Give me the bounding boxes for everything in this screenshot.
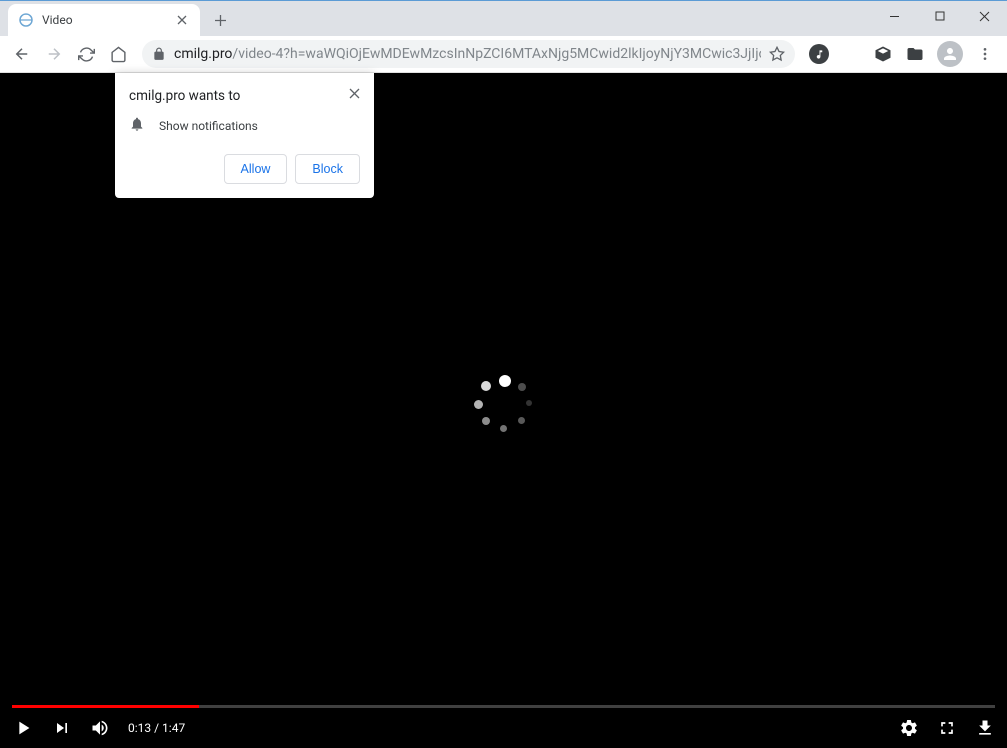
- volume-button[interactable]: [90, 718, 110, 738]
- browser-toolbar: cmilg.pro/video-4?h=waWQiOjEwMDEwMzcsInN…: [0, 36, 1007, 73]
- popup-permission-text: Show notifications: [159, 119, 258, 133]
- browser-tab[interactable]: Video: [8, 4, 200, 36]
- close-window-button[interactable]: [962, 1, 1007, 31]
- notification-permission-popup: cmilg.pro wants to Show notifications Al…: [115, 73, 374, 198]
- profile-avatar[interactable]: [937, 41, 963, 67]
- allow-button[interactable]: Allow: [224, 154, 288, 184]
- download-button[interactable]: [975, 718, 995, 738]
- tab-close-icon[interactable]: [174, 12, 190, 28]
- video-controls: 0:13 / 1:47: [0, 708, 1007, 748]
- bookmark-star-icon[interactable]: [769, 46, 785, 62]
- play-button[interactable]: [12, 717, 34, 739]
- tab-title: Video: [42, 13, 166, 27]
- window-controls: [872, 1, 1007, 31]
- tab-strip: Video: [0, 1, 1007, 36]
- bell-icon: [129, 116, 145, 136]
- settings-button[interactable]: [899, 718, 919, 738]
- next-button[interactable]: [52, 718, 72, 738]
- lock-icon: [152, 47, 166, 61]
- maximize-button[interactable]: [917, 1, 962, 31]
- back-button[interactable]: [8, 40, 36, 68]
- popup-close-icon[interactable]: [349, 88, 360, 102]
- minimize-button[interactable]: [872, 1, 917, 31]
- page-content: cmilg.pro wants to Show notifications Al…: [0, 73, 1007, 748]
- url-text: cmilg.pro/video-4?h=waWQiOjEwMDEwMzcsInN…: [174, 46, 761, 62]
- fullscreen-button[interactable]: [937, 718, 957, 738]
- tab-favicon-icon: [18, 12, 34, 28]
- reload-button[interactable]: [72, 40, 100, 68]
- extension-music-icon[interactable]: [805, 40, 833, 68]
- loading-spinner: [474, 375, 534, 435]
- extension-cube-icon[interactable]: [869, 40, 897, 68]
- video-time: 0:13 / 1:47: [128, 721, 185, 735]
- block-button[interactable]: Block: [295, 154, 360, 184]
- home-button[interactable]: [104, 40, 132, 68]
- address-bar[interactable]: cmilg.pro/video-4?h=waWQiOjEwMDEwMzcsInN…: [142, 40, 795, 68]
- new-tab-button[interactable]: [206, 6, 234, 34]
- forward-button[interactable]: [40, 40, 68, 68]
- popup-title: cmilg.pro wants to: [129, 88, 240, 104]
- browser-menu-button[interactable]: [971, 46, 999, 62]
- extension-folder-icon[interactable]: [901, 40, 929, 68]
